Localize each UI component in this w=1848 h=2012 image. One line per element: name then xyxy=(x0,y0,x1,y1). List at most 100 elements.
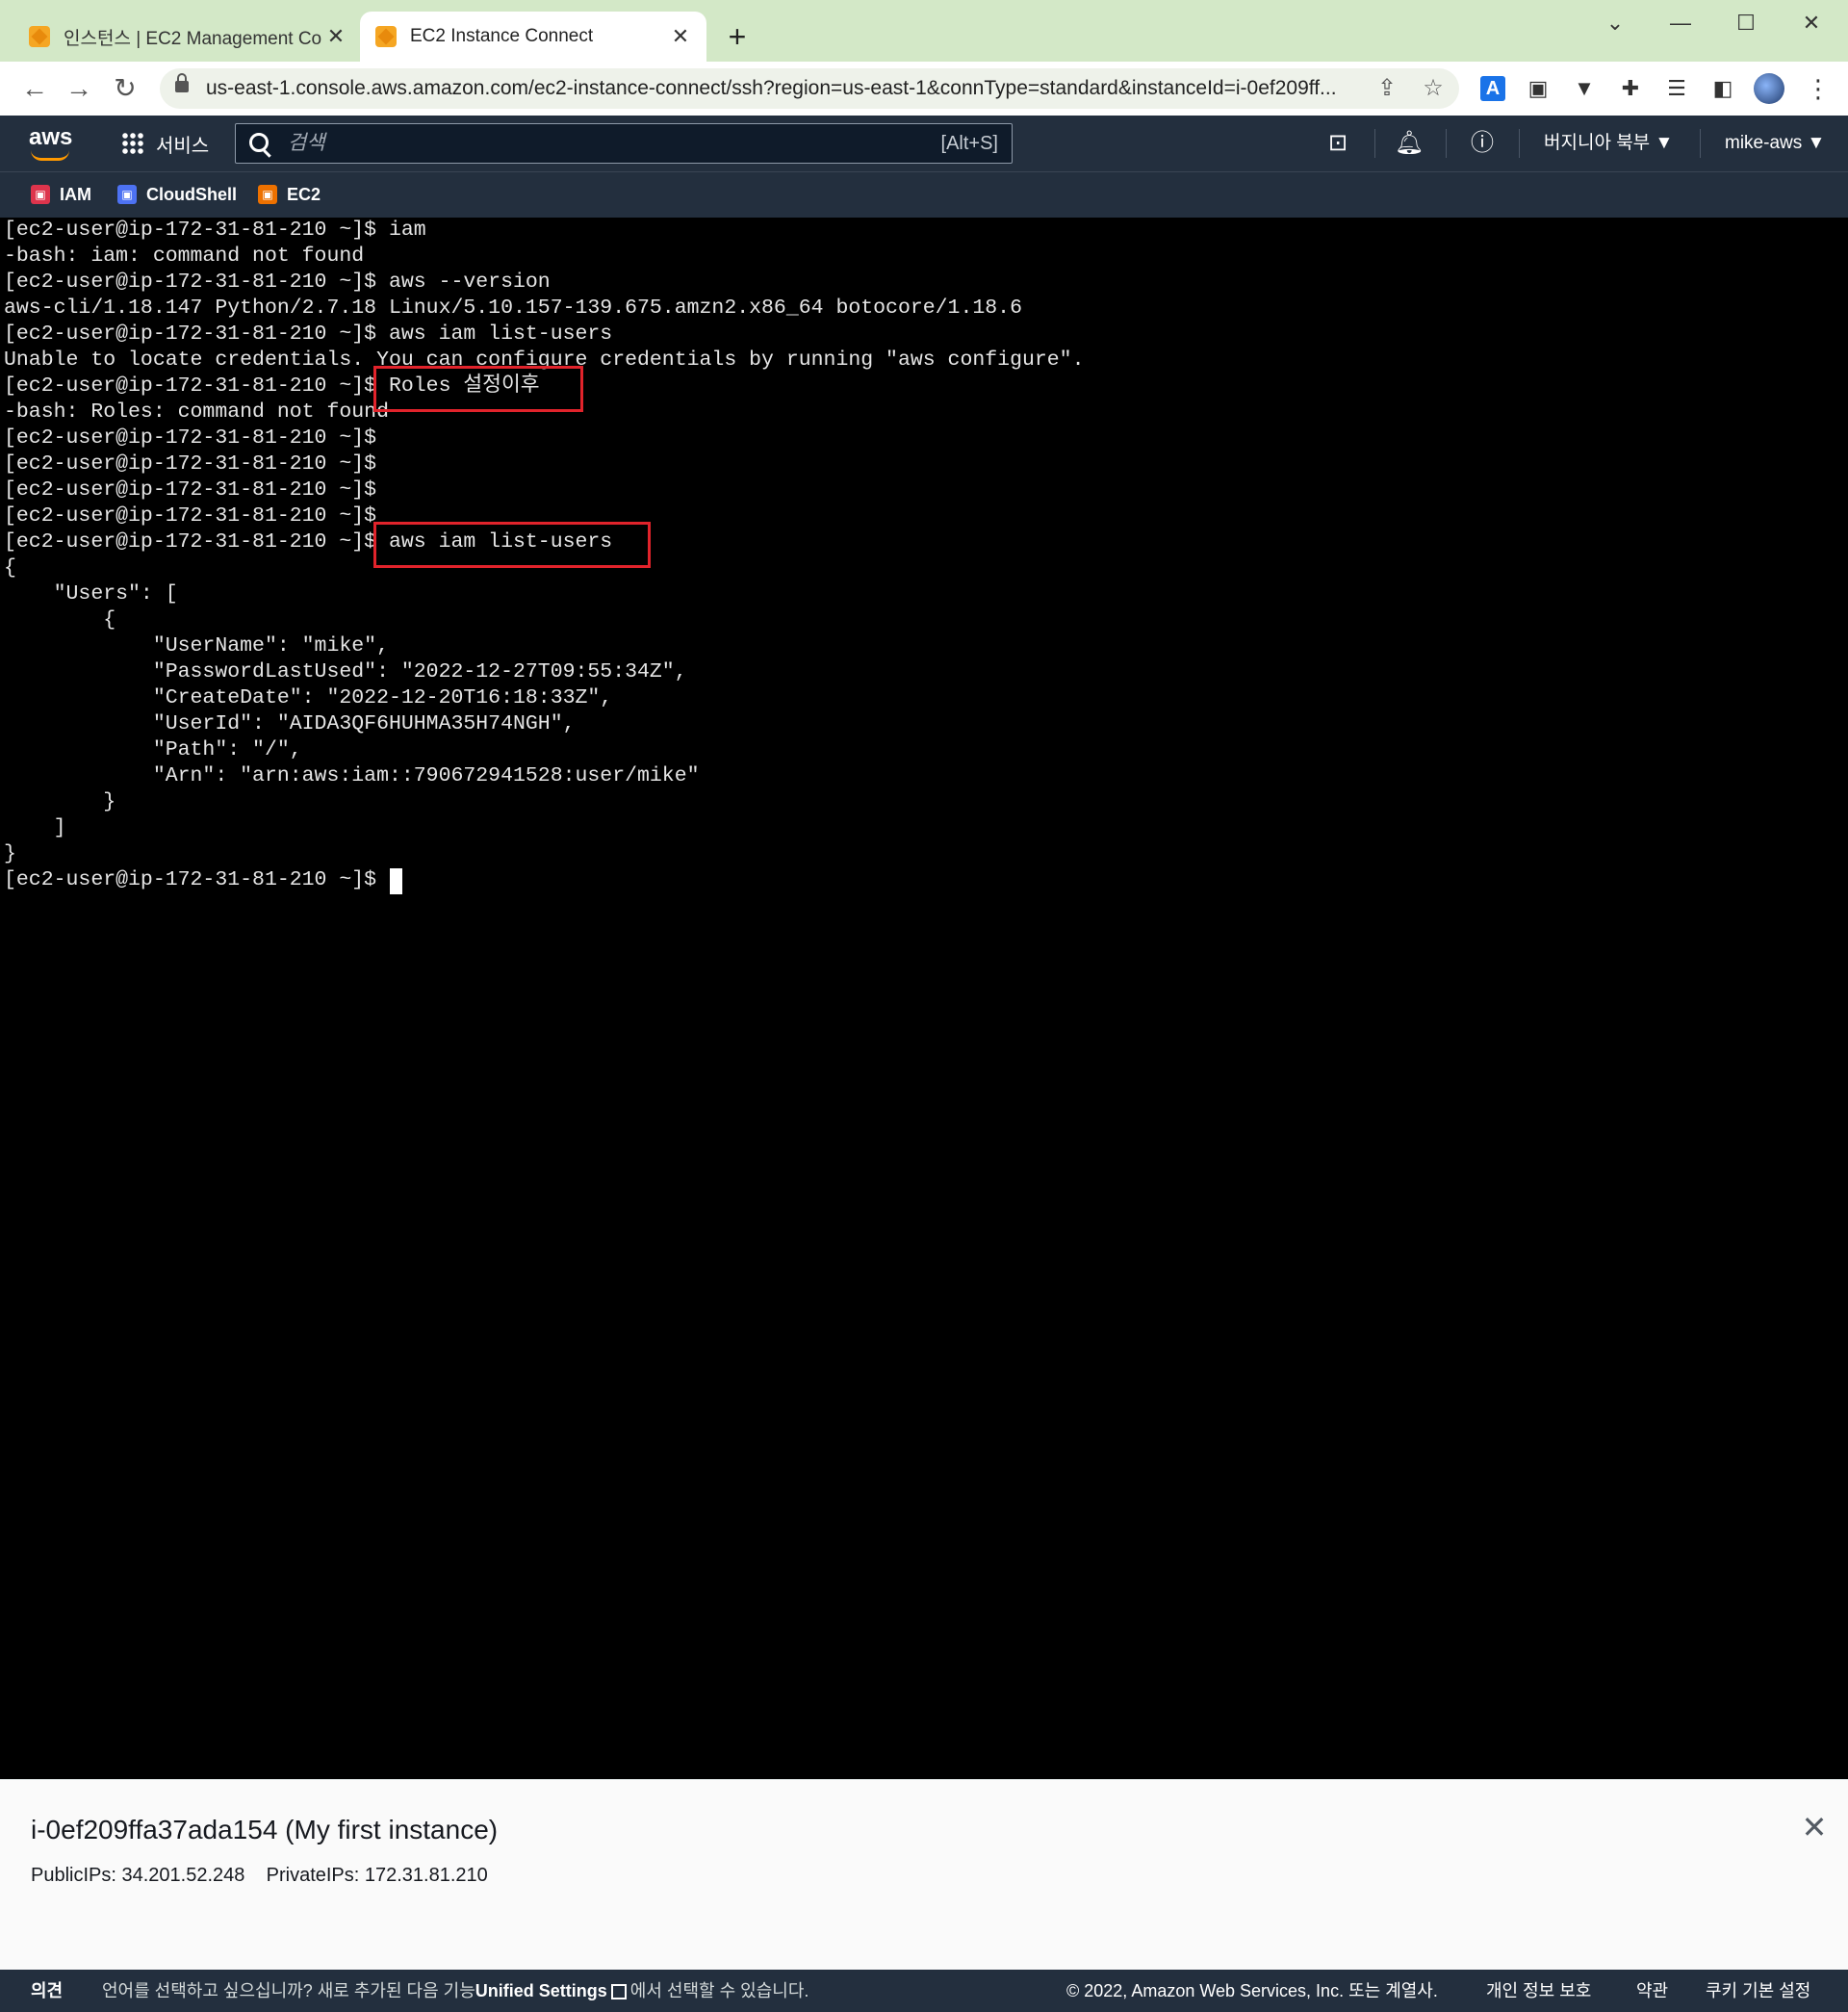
terminal-line: aws-cli/1.18.147 Python/2.7.18 Linux/5.1… xyxy=(4,297,1022,320)
address-bar[interactable]: us-east-1.console.aws.amazon.com/ec2-ins… xyxy=(160,68,1459,109)
terminal-cursor xyxy=(390,868,402,894)
tab-search-icon[interactable]: ⌄ xyxy=(1582,8,1648,39)
search-placeholder: 검색 xyxy=(288,132,325,154)
aws-logo-text: aws xyxy=(29,124,73,150)
divider xyxy=(1519,129,1520,158)
search-shortcut: [Alt+S] xyxy=(940,133,998,154)
instance-info-panel: i-0ef209ffa37ada154 (My first instance) … xyxy=(0,1779,1848,1970)
ssh-terminal[interactable]: [ec2-user@ip-172-31-81-210 ~]$ iam -bash:… xyxy=(0,218,1848,1779)
services-menu-button[interactable]: 서비스 xyxy=(121,127,209,160)
terminal-line: { xyxy=(4,608,116,632)
copyright: © 2022, Amazon Web Services, Inc. 또는 계열사… xyxy=(1066,1981,1438,2000)
language-notice: 언어를 선택하고 싶으십니까? 새로 추가된 다음 기능Unified Sett… xyxy=(102,1970,808,2012)
favorite-cloudshell[interactable]: ▣ CloudShell xyxy=(117,172,237,217)
terminal-line: } xyxy=(4,842,16,865)
favorites-bar: ▣ IAM ▣ CloudShell ▣ EC2 xyxy=(0,171,1848,218)
favorite-ec2[interactable]: ▣ EC2 xyxy=(258,172,321,217)
terms-link[interactable]: 약관 xyxy=(1636,1970,1668,2012)
tab-close-icon[interactable]: ✕ xyxy=(325,24,346,49)
terminal-line: "Path": "/", xyxy=(4,738,302,761)
close-icon[interactable]: ✕ xyxy=(1798,1811,1831,1844)
terminal-line: [ec2-user@ip-172-31-81-210 ~]$ aws iam l… xyxy=(4,322,613,346)
profile-avatar[interactable] xyxy=(1754,73,1784,104)
terminal-line: [ec2-user@ip-172-31-81-210 ~]$ iam xyxy=(4,219,426,242)
reading-list-icon[interactable]: ☰ xyxy=(1661,73,1692,104)
new-tab-button[interactable]: + xyxy=(720,19,755,54)
favorite-label: EC2 xyxy=(287,184,321,204)
region-selector[interactable]: 버지니아 북부 ▼ xyxy=(1544,116,1673,171)
terminal-line: [ec2-user@ip-172-31-81-210 ~]$ xyxy=(4,504,377,528)
search-input[interactable]: 검색 [Alt+S] xyxy=(235,123,1013,164)
tab-title: EC2 Instance Connect xyxy=(410,26,594,46)
instance-title: i-0ef209ffa37ada154 (My first instance) xyxy=(31,1815,499,1844)
aws-logo[interactable]: aws xyxy=(29,124,73,161)
cast-icon[interactable]: ▣ xyxy=(1523,73,1553,104)
language-prompt: 언어를 선택하고 싶으십니까? 새로 추가된 다음 기능 xyxy=(102,1981,475,2000)
terminal-line: "Users": [ xyxy=(4,582,178,606)
maximize-button[interactable]: ☐ xyxy=(1713,8,1779,39)
browser-window: 인스턴스 | EC2 Management Co ✕ EC2 Instance … xyxy=(0,0,1848,2012)
favorite-label: CloudShell xyxy=(146,184,237,204)
aws-smile-icon xyxy=(31,150,69,161)
external-link-icon xyxy=(610,1984,627,1999)
terminal-line: [ec2-user@ip-172-31-81-210 ~]$ aws --ver… xyxy=(4,271,551,294)
close-window-button[interactable]: ✕ xyxy=(1779,8,1844,39)
terminal-line: "Arn": "arn:aws:iam::790672941528:user/m… xyxy=(4,764,700,787)
back-icon[interactable]: ← xyxy=(15,69,54,108)
help-icon[interactable]: ⓘ xyxy=(1467,128,1498,159)
divider xyxy=(1374,129,1375,158)
terminal-line: -bash: Roles: command not found xyxy=(4,400,389,424)
grid-icon xyxy=(121,132,144,155)
extensions-puzzle-icon[interactable]: ✚ xyxy=(1615,73,1646,104)
forward-icon[interactable]: → xyxy=(60,69,98,108)
divider xyxy=(1700,129,1701,158)
tab-close-icon[interactable]: ✕ xyxy=(670,24,691,49)
terminal-line: -bash: iam: command not found xyxy=(4,245,365,268)
terminal-line: [ec2-user@ip-172-31-81-210 ~]$ xyxy=(4,478,377,502)
terminal-line: "UserId": "AIDA3QF6HUHMA35H74NGH", xyxy=(4,712,576,735)
iam-service-icon: ▣ xyxy=(31,185,50,204)
instance-ips: PublicIPs: 34.201.52.248 PrivateIPs: 172… xyxy=(31,1865,488,1887)
side-panel-icon[interactable]: ◧ xyxy=(1707,73,1738,104)
share-icon[interactable]: ⇪ xyxy=(1371,72,1403,105)
language-suffix: 에서 선택할 수 있습니다. xyxy=(629,1981,809,2000)
ec2-service-icon: ▣ xyxy=(258,185,277,204)
public-ips: PublicIPs: 34.201.52.248 xyxy=(31,1865,245,1886)
url-text[interactable]: us-east-1.console.aws.amazon.com/ec2-ins… xyxy=(206,68,1390,109)
terminal-line: "CreateDate": "2022-12-20T16:18:33Z", xyxy=(4,686,613,709)
feedback-link[interactable]: 의견 xyxy=(31,1970,63,2012)
browser-menu-icon[interactable]: ⋮ xyxy=(1806,73,1831,104)
account-menu[interactable]: mike-aws ▼ xyxy=(1725,116,1825,171)
services-label: 서비스 xyxy=(156,135,210,157)
reload-icon[interactable]: ↻ xyxy=(106,69,144,108)
aws-favicon-icon xyxy=(29,26,50,47)
unified-settings-link[interactable]: Unified Settings xyxy=(475,1981,607,2000)
terminal-line: } xyxy=(4,790,116,813)
aws-console-header: aws 서비스 검색 [Alt+S] ⊡ 🔔︎ ⓘ 버지니아 북부 ▼ mike… xyxy=(0,116,1848,171)
tab-instance-connect[interactable]: EC2 Instance Connect ✕ xyxy=(360,12,706,62)
cookie-preferences-link[interactable]: 쿠키 기본 설정 xyxy=(1706,1970,1810,2012)
favorite-iam[interactable]: ▣ IAM xyxy=(31,172,91,217)
search-icon xyxy=(249,133,269,152)
notifications-bell-icon[interactable]: 🔔︎ xyxy=(1394,128,1424,159)
terminal-line: [ec2-user@ip-172-31-81-210 ~]$ xyxy=(4,452,377,476)
terminal-line: "UserName": "mike", xyxy=(4,634,389,658)
private-ips: PrivateIPs: 172.31.81.210 xyxy=(266,1865,488,1886)
lock-icon[interactable] xyxy=(175,73,189,92)
favorite-label: IAM xyxy=(60,184,91,204)
terminal-line: ] xyxy=(4,816,66,839)
cloudshell-service-icon: ▣ xyxy=(117,185,137,204)
translate-extension-icon[interactable]: A xyxy=(1480,76,1505,101)
privacy-link[interactable]: 개인 정보 보호 xyxy=(1486,1970,1591,2012)
terminal-line: { xyxy=(4,556,16,580)
tab-ec2-management[interactable]: 인스턴스 | EC2 Management Co ✕ xyxy=(13,12,362,62)
console-footer: 의견 언어를 선택하고 싶으십니까? 새로 추가된 다음 기능Unified S… xyxy=(0,1970,1848,2012)
annotation-highlight-box xyxy=(373,366,583,412)
bookmark-star-icon[interactable]: ☆ xyxy=(1417,72,1450,105)
terminal-line: [ec2-user@ip-172-31-81-210 ~]$ xyxy=(4,426,377,450)
annotation-highlight-box xyxy=(373,522,651,568)
vue-extension-icon[interactable]: ▼ xyxy=(1569,73,1600,104)
minimize-button[interactable]: — xyxy=(1648,8,1713,39)
aws-favicon-icon xyxy=(375,26,397,47)
cloudshell-icon[interactable]: ⊡ xyxy=(1322,128,1353,159)
